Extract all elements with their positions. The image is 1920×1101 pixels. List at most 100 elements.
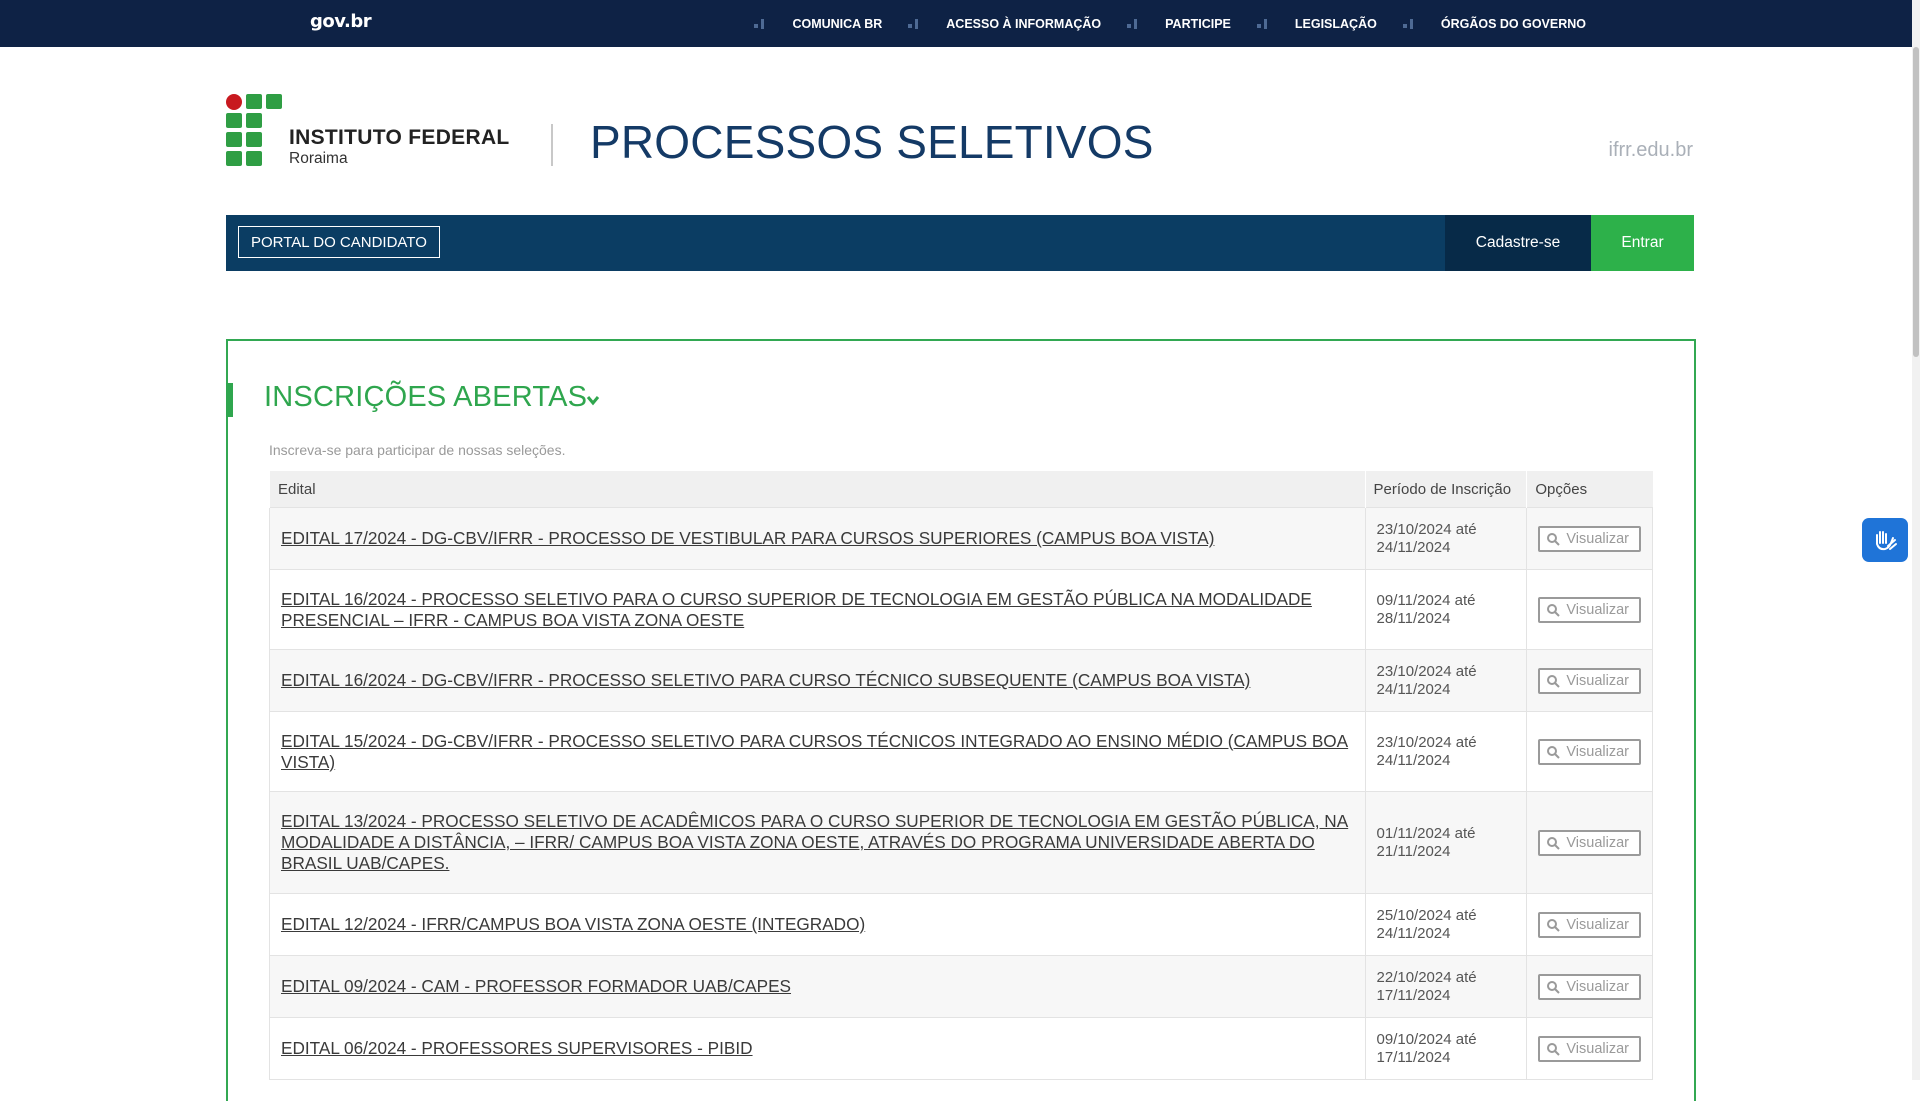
periodo-fim: 24/11/2024 [1376,751,1451,769]
visualizar-button[interactable]: Visualizar [1538,667,1641,694]
sign-language-hands-icon [1876,531,1897,551]
section-title: INSCRIÇÕES ABERTAS [264,381,588,413]
table-row: EDITAL 06/2024 - PROFESSORES SUPERVISORE… [269,1017,1653,1080]
gov-nav-separator [1125,17,1141,31]
scrollbar-thumb[interactable] [1913,47,1919,357]
vlibras-accessibility-button[interactable] [1862,518,1908,562]
periodo-cell: 09/10/2024 até 17/11/2024 [1364,1017,1528,1080]
visualizar-button[interactable]: Visualizar [1538,525,1641,552]
search-icon [1547,674,1561,688]
visualizar-label: Visualizar [1566,978,1629,995]
table-header-row: Edital Período de Inscrição Opções [269,471,1653,508]
visualizar-button[interactable]: Visualizar [1538,738,1641,765]
if-logo-icon[interactable] [226,94,282,166]
edital-link[interactable]: EDITAL 15/2024 - DG-CBV/IFRR - PROCESSO … [281,723,1354,781]
gov-link-acesso-informacao[interactable]: ACESSO À INFORMAÇÃO [922,17,1125,31]
periodo-inicio: 23/10/2024 até [1376,520,1477,538]
gov-nav-separator [1255,17,1271,31]
logo-square [226,132,242,147]
visualizar-label: Visualizar [1566,601,1629,618]
logo-square [246,113,262,128]
edital-cell: EDITAL 16/2024 - PROCESSO SELETIVO PARA … [269,569,1366,650]
gov-nav-separator [1401,17,1417,31]
logo-square [226,151,242,166]
inscricoes-panel: INSCRIÇÕES ABERTAS Inscreva-se para part… [226,339,1696,1101]
chevron-down-icon[interactable] [586,393,600,407]
editais-table: Edital Período de Inscrição Opções EDITA… [269,471,1653,1080]
opcoes-cell: Visualizar [1526,893,1653,956]
column-header-periodo: Período de Inscrição [1364,471,1527,508]
gov-link-orgaos-governo[interactable]: ÓRGÃOS DO GOVERNO [1417,17,1610,31]
edital-link[interactable]: EDITAL 17/2024 - DG-CBV/IFRR - PROCESSO … [281,520,1354,557]
periodo-inicio: 23/10/2024 até [1376,662,1477,680]
edital-cell: EDITAL 06/2024 - PROFESSORES SUPERVISORE… [269,1017,1366,1080]
edital-link[interactable]: EDITAL 13/2024 - PROCESSO SELETIVO DE AC… [281,803,1354,882]
edital-link[interactable]: EDITAL 12/2024 - IFRR/CAMPUS BOA VISTA Z… [281,906,1354,943]
periodo-inicio: 01/11/2024 até [1376,824,1476,842]
opcoes-cell: Visualizar [1526,955,1653,1018]
periodo-cell: 22/10/2024 até 17/11/2024 [1364,955,1528,1018]
govbr-logo[interactable]: gov.br [310,11,372,32]
visualizar-label: Visualizar [1566,834,1629,851]
logo-square [246,151,262,166]
periodo-cell: 09/11/2024 até 28/11/2024 [1364,569,1528,650]
periodo-fim: 28/11/2024 [1376,609,1451,627]
gov-link-legislacao[interactable]: LEGISLAÇÃO [1271,17,1401,31]
periodo-cell: 23/10/2024 até 24/11/2024 [1364,649,1528,712]
edital-cell: EDITAL 12/2024 - IFRR/CAMPUS BOA VISTA Z… [269,893,1366,956]
gov-nav: COMUNICA BR ACESSO À INFORMAÇÃO PARTICIP… [752,0,1610,47]
periodo-inicio: 22/10/2024 até [1376,968,1477,986]
logo-square [246,94,262,109]
visualizar-button[interactable]: Visualizar [1538,1035,1641,1062]
table-row: EDITAL 09/2024 - CAM - PROFESSOR FORMADO… [269,955,1653,1018]
visualizar-button[interactable]: Visualizar [1538,829,1641,856]
search-icon [1547,918,1561,932]
table-row: EDITAL 13/2024 - PROCESSO SELETIVO DE AC… [269,791,1653,894]
cadastre-se-button[interactable]: Cadastre-se [1445,215,1591,271]
section-subtitle: Inscreva-se para participar de nossas se… [269,442,566,458]
periodo-inicio: 09/11/2024 até [1376,591,1476,609]
page-title: PROCESSOS SELETIVOS [590,116,1154,168]
visualizar-label: Visualizar [1566,1040,1629,1057]
logo-red-dot [226,94,242,110]
edital-link[interactable]: EDITAL 16/2024 - PROCESSO SELETIVO PARA … [281,581,1354,639]
portal-candidato-button[interactable]: PORTAL DO CANDIDATO [238,226,440,258]
page-scrollbar[interactable] [1912,0,1920,1080]
header-divider [551,124,553,166]
periodo-inicio: 25/10/2024 até [1376,906,1477,924]
logo-square [266,94,282,109]
search-icon [1547,745,1561,759]
edital-link[interactable]: EDITAL 06/2024 - PROFESSORES SUPERVISORE… [281,1030,1354,1067]
institution-campus: Roraima [289,150,348,167]
gov-nav-separator [906,17,922,31]
periodo-fim: 24/11/2024 [1376,680,1451,698]
edital-link[interactable]: EDITAL 09/2024 - CAM - PROFESSOR FORMADO… [281,968,1354,1005]
periodo-fim: 24/11/2024 [1376,924,1451,942]
edital-link[interactable]: EDITAL 16/2024 - DG-CBV/IFRR - PROCESSO … [281,662,1354,699]
periodo-cell: 23/10/2024 até 24/11/2024 [1364,711,1528,792]
periodo-fim: 24/11/2024 [1376,538,1451,556]
search-icon [1547,1042,1561,1056]
search-icon [1547,836,1561,850]
logo-square [246,132,262,147]
site-link[interactable]: ifrr.edu.br [1609,139,1693,162]
periodo-fim: 17/11/2024 [1376,986,1451,1004]
table-row: EDITAL 15/2024 - DG-CBV/IFRR - PROCESSO … [269,711,1653,792]
table-row: EDITAL 16/2024 - DG-CBV/IFRR - PROCESSO … [269,649,1653,712]
opcoes-cell: Visualizar [1526,649,1653,712]
visualizar-label: Visualizar [1566,916,1629,933]
edital-cell: EDITAL 16/2024 - DG-CBV/IFRR - PROCESSO … [269,649,1366,712]
visualizar-button[interactable]: Visualizar [1538,973,1641,1000]
institution-name: INSTITUTO FEDERAL [289,126,510,149]
visualizar-label: Visualizar [1566,672,1629,689]
visualizar-button[interactable]: Visualizar [1538,596,1641,623]
gov-link-comunica-br[interactable]: COMUNICA BR [768,17,906,31]
visualizar-button[interactable]: Visualizar [1538,911,1641,938]
gov-link-participe[interactable]: PARTICIPE [1141,17,1255,31]
search-icon [1547,980,1561,994]
logo-square [226,113,242,128]
periodo-cell: 25/10/2024 até 24/11/2024 [1364,893,1528,956]
table-row: EDITAL 17/2024 - DG-CBV/IFRR - PROCESSO … [269,507,1653,570]
entrar-button[interactable]: Entrar [1591,215,1694,271]
edital-cell: EDITAL 13/2024 - PROCESSO SELETIVO DE AC… [269,791,1366,894]
